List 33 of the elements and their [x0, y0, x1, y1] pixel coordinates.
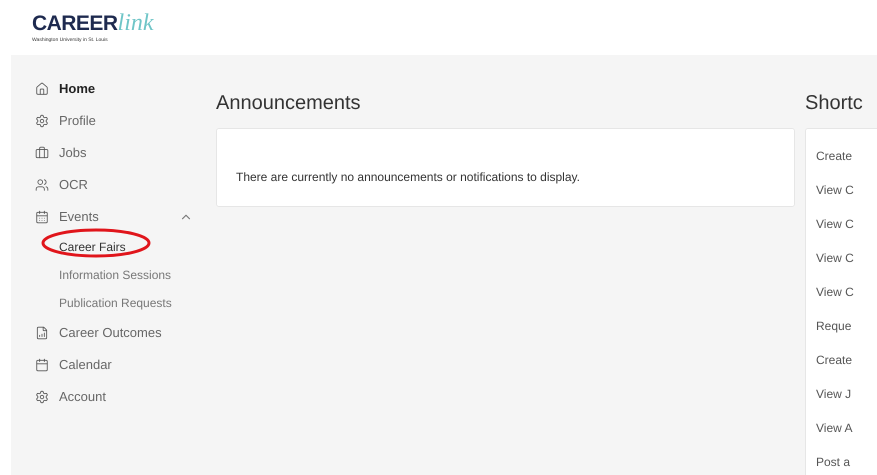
people-icon	[35, 178, 49, 192]
sidebar-item[interactable]: Account	[35, 381, 201, 413]
section-title: Announcements	[216, 91, 362, 116]
shortcut-link[interactable]: Create	[816, 343, 877, 377]
briefcase-icon	[35, 146, 49, 160]
sidebar-item[interactable]: Calendar	[35, 349, 201, 381]
calendar-icon	[35, 210, 49, 224]
logo-script: link	[118, 10, 154, 35]
sidebar-item[interactable]: Events	[35, 201, 201, 233]
section-title: Shortc	[805, 91, 864, 116]
shortcut-link[interactable]: View A	[816, 411, 877, 445]
sidebar-subitem[interactable]: Information Sessions	[59, 268, 172, 282]
sidebar-item[interactable]: Career Outcomes	[35, 317, 201, 349]
sidebar-item[interactable]: Jobs	[35, 137, 201, 169]
gear-icon	[35, 114, 49, 128]
shortcut-link[interactable]: View C	[816, 275, 877, 309]
shortcut-link[interactable]: Reque	[816, 309, 877, 343]
shortcut-link[interactable]: View C	[816, 207, 877, 241]
sidebar-item[interactable]: Profile	[35, 105, 201, 137]
sidebar-item[interactable]: OCR	[35, 169, 201, 201]
shortcut-link[interactable]: View C	[816, 241, 877, 275]
shortcut-link[interactable]: View C	[816, 173, 877, 207]
chart-document-icon	[35, 326, 49, 340]
home-icon	[35, 82, 49, 96]
sidebar-subitem[interactable]: Publication Requests	[59, 296, 172, 310]
sidebar-item[interactable]: Home	[35, 73, 201, 105]
shortcut-link[interactable]: Post a	[816, 445, 877, 475]
gear-icon	[35, 390, 49, 404]
empty-message: There are currently no announcements or notifications to display.	[236, 168, 580, 186]
logo-wordmark: CAREER	[32, 12, 118, 34]
calendar-icon	[35, 358, 49, 372]
shortcut-link[interactable]: Create	[816, 139, 877, 173]
shortcut-link[interactable]: View J	[816, 377, 877, 411]
